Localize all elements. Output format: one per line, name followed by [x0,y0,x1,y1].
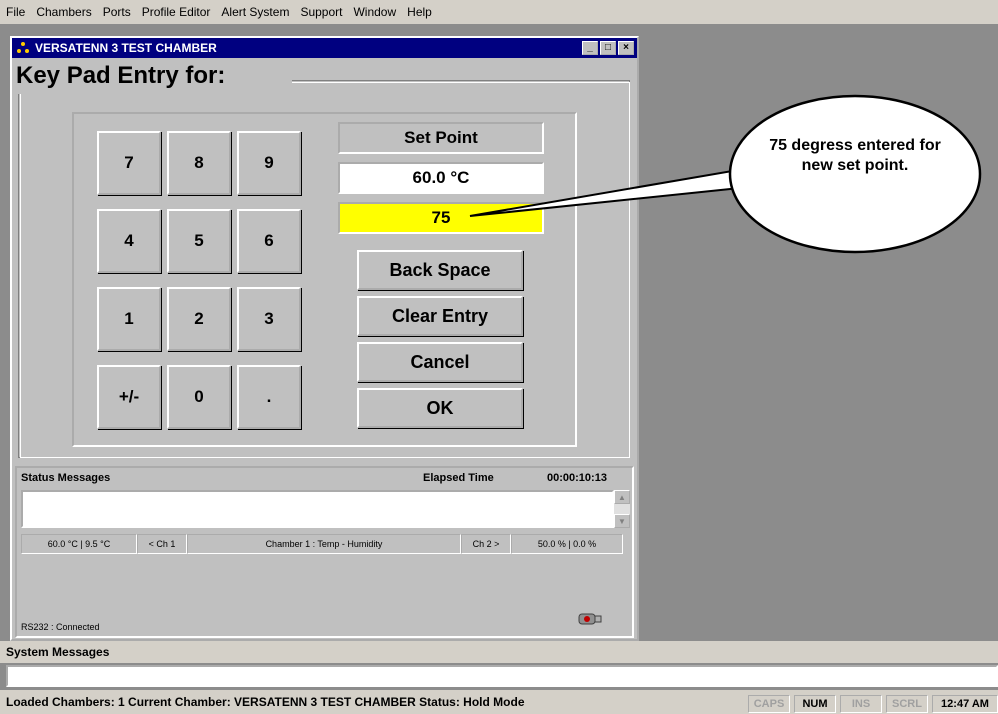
ch2-values: 50.0 % | 0.0 % [511,534,623,554]
next-channel-button[interactable]: Ch 2 > [461,534,511,554]
scroll-down-icon[interactable]: ▼ [614,514,630,528]
menu-alert-system[interactable]: Alert System [221,5,289,19]
setpoint-current-value: 60.0 °C [338,162,544,194]
chamber-app-icon [15,41,31,55]
key-decimal[interactable]: . [237,365,301,429]
system-messages-box[interactable] [6,665,998,687]
connection-plug-icon [578,613,602,625]
key-8[interactable]: 8 [167,131,231,195]
menu-ports[interactable]: Ports [103,5,131,19]
backspace-button[interactable]: Back Space [357,250,523,290]
chamber-name: Chamber 1 : Temp - Humidity [187,534,461,554]
port-status: RS232 : Connected [21,622,100,632]
key-3[interactable]: 3 [237,287,301,351]
maximize-button[interactable]: □ [600,41,616,55]
key-4[interactable]: 4 [97,209,161,273]
key-1[interactable]: 1 [97,287,161,351]
ch1-values: 60.0 °C | 9.5 °C [21,534,137,554]
menu-window[interactable]: Window [353,5,396,19]
scrl-indicator: SCRL [886,695,928,713]
scroll-up-icon[interactable]: ▲ [614,490,630,504]
status-messages-label: Status Messages [21,472,111,484]
status-bar-text: Loaded Chambers: 1 Current Chamber: VERS… [6,695,525,709]
maximize-icon: □ [604,42,612,53]
status-messages-box[interactable] [21,490,614,528]
key-plus-minus[interactable]: +/- [97,365,161,429]
cancel-button[interactable]: Cancel [357,342,523,382]
clock: 12:47 AM [932,695,998,713]
key-0[interactable]: 0 [167,365,231,429]
minimize-button[interactable]: _ [582,41,598,55]
menu-support[interactable]: Support [300,5,342,19]
clear-entry-button[interactable]: Clear Entry [357,296,523,336]
setpoint-label: Set Point [338,122,544,154]
system-messages-label: System Messages [0,641,998,663]
key-7[interactable]: 7 [97,131,161,195]
caps-indicator: CAPS [748,695,790,713]
minimize-icon: _ [587,42,593,53]
menu-chambers[interactable]: Chambers [36,5,91,19]
num-indicator: NUM [794,695,836,713]
menu-bar: File Chambers Ports Profile Editor Alert… [0,0,998,24]
status-scrollbar[interactable]: ▲ ▼ [614,490,630,528]
window-titlebar[interactable]: VERSATENN 3 TEST CHAMBER _ □ × [12,38,637,58]
callout-text: 75 degress entered for new set point. [769,137,941,174]
menu-file[interactable]: File [6,5,25,19]
status-panel: Status Messages Elapsed Time 00:00:10:13… [15,466,634,638]
menu-help[interactable]: Help [407,5,432,19]
chamber-info-row: 60.0 °C | 9.5 °C < Ch 1 Chamber 1 : Temp… [21,534,623,554]
close-icon: × [623,42,629,53]
key-9[interactable]: 9 [237,131,301,195]
window-title: VERSATENN 3 TEST CHAMBER [35,41,217,55]
page-title: Key Pad Entry for: [16,62,226,89]
ins-indicator: INS [840,695,882,713]
prev-channel-button[interactable]: < Ch 1 [137,534,187,554]
key-5[interactable]: 5 [167,209,231,273]
elapsed-time-value: 00:00:10:13 [547,472,607,484]
menu-profile-editor[interactable]: Profile Editor [142,5,211,19]
close-button[interactable]: × [618,41,634,55]
key-6[interactable]: 6 [237,209,301,273]
key-2[interactable]: 2 [167,287,231,351]
chamber-window: VERSATENN 3 TEST CHAMBER _ □ × Key Pad E… [10,36,639,641]
elapsed-time-label: Elapsed Time [423,472,494,484]
ok-button[interactable]: OK [357,388,523,428]
setpoint-entry-field[interactable]: 75 [338,202,544,234]
